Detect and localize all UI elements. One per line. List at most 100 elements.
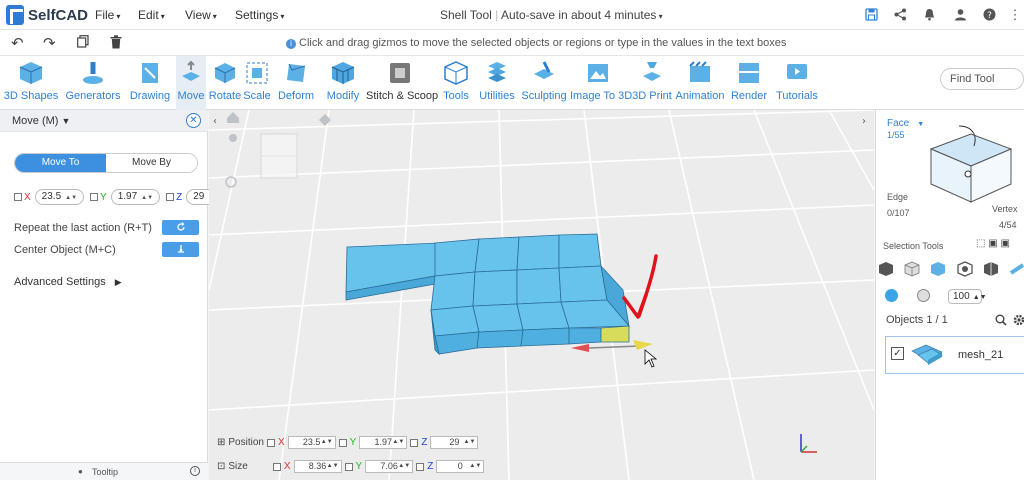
menu-view[interactable]: View ▾ xyxy=(185,8,217,22)
position-y-checkbox[interactable] xyxy=(338,438,347,447)
menu-edit[interactable]: Edit ▾ xyxy=(138,8,165,22)
main-toolbar: 3D Shapes Generators Drawing Move Rotate… xyxy=(0,56,1024,110)
size-z-input[interactable]: 0 ▲▼ xyxy=(436,460,485,473)
search-icon[interactable] xyxy=(995,314,1007,326)
info-icon[interactable]: i xyxy=(190,466,200,476)
select-object-icon[interactable] xyxy=(878,261,894,277)
tool-stitch-scoop[interactable]: Stitch & Scoop xyxy=(366,60,438,102)
copy-icon[interactable] xyxy=(77,35,89,52)
select-loop-icon[interactable] xyxy=(1009,261,1024,277)
object-list-item[interactable]: ✓ mesh_21 xyxy=(885,336,1024,374)
tool-modify[interactable]: Modify xyxy=(322,60,364,102)
selection-cube-icon[interactable] xyxy=(926,124,1016,204)
y-lock-checkbox[interactable] xyxy=(90,193,99,201)
edge-count: 0/107 xyxy=(887,208,910,218)
position-z-input[interactable]: 29 ▲▼ xyxy=(430,436,479,449)
tool-3d-print[interactable]: 3D Print xyxy=(632,60,672,102)
vertex-count: 4/54 xyxy=(999,220,1017,230)
select-vertex-icon[interactable] xyxy=(983,261,999,277)
cube-icon xyxy=(19,62,43,84)
position-x-input[interactable]: 23.5 ▲▼ xyxy=(287,436,336,449)
z-lock-checkbox[interactable] xyxy=(166,193,175,201)
render-icon xyxy=(739,63,759,83)
size-y-checkbox[interactable] xyxy=(344,462,353,471)
tool-tools[interactable]: Tools xyxy=(437,60,475,102)
size-x-checkbox[interactable] xyxy=(272,462,281,471)
tooltip-label: Tooltip xyxy=(92,467,119,477)
vertex-label[interactable]: Vertex xyxy=(992,204,1018,214)
x-input[interactable]: 23.5 ▲▼ xyxy=(34,189,85,205)
move-to-button[interactable]: Move To xyxy=(15,154,106,172)
axis-indicator-icon xyxy=(800,434,817,453)
tool-scale[interactable]: Scale xyxy=(243,60,271,102)
circle-brush-icon[interactable] xyxy=(885,289,898,302)
advanced-settings-toggle[interactable]: Advanced Settings ▶ xyxy=(14,276,122,288)
menu-settings[interactable]: Settings ▾ xyxy=(235,8,284,22)
position-row: ⊞ Position X 23.5 ▲▼ Y 1.97 ▲▼ Z 29 ▲▼ xyxy=(217,436,479,449)
size-z-checkbox[interactable] xyxy=(416,462,425,471)
object-visibility-checkbox[interactable]: ✓ xyxy=(891,347,904,360)
tool-sculpting[interactable]: Sculpting xyxy=(521,60,567,102)
tool-drawing[interactable]: Drawing xyxy=(127,60,173,102)
3d-viewport[interactable]: ‹ › xyxy=(209,110,874,480)
menu-file[interactable]: File ▾ xyxy=(95,8,120,22)
undo-icon[interactable]: ↶ xyxy=(11,34,24,52)
face-mode-label[interactable]: Face ▼ xyxy=(887,118,924,129)
save-icon[interactable] xyxy=(864,8,878,22)
panel-title[interactable]: Move (M) ▼ xyxy=(12,115,70,127)
select-edge-icon[interactable] xyxy=(957,261,973,277)
share-icon[interactable] xyxy=(893,8,907,22)
edge-label[interactable]: Edge xyxy=(887,192,908,202)
app-logo[interactable]: SelfCAD xyxy=(6,5,88,25)
hint-bar: i Click and drag gizmos to move the selec… xyxy=(286,37,786,49)
gear-icon[interactable] xyxy=(1013,314,1024,326)
position-y-input[interactable]: 1.97 ▲▼ xyxy=(359,436,408,449)
svg-text:?: ? xyxy=(987,11,992,21)
tool-deform[interactable]: Deform xyxy=(273,60,319,102)
selection-tools-label: Selection Tools xyxy=(883,241,944,251)
more-menu-icon[interactable]: ⋮ xyxy=(1008,8,1022,22)
move-by-button[interactable]: Move By xyxy=(106,154,197,172)
brush-size-input[interactable]: 100 ▲▼ xyxy=(948,289,987,304)
y-input[interactable]: 1.97 ▲▼ xyxy=(110,189,161,205)
x-lock-checkbox[interactable] xyxy=(14,193,22,201)
tool-move[interactable]: Move xyxy=(176,56,206,110)
project-title[interactable]: Shell Tool | Auto-save in about 4 minute… xyxy=(440,8,663,22)
app-name: SelfCAD xyxy=(28,6,89,24)
selection-mode-icons[interactable]: ⬚ ▣ ▣ xyxy=(976,238,1010,249)
document-title: Shell Tool xyxy=(440,8,492,22)
select-grid-icon[interactable] xyxy=(904,261,920,277)
tool-generators[interactable]: Generators xyxy=(63,60,123,102)
tool-render[interactable]: Render xyxy=(728,60,770,102)
move-icon xyxy=(182,60,200,81)
tool-rotate[interactable]: Rotate xyxy=(208,60,242,102)
delete-icon[interactable] xyxy=(110,35,122,53)
position-x-checkbox[interactable] xyxy=(266,438,275,447)
tool-3d-shapes[interactable]: 3D Shapes xyxy=(2,60,60,102)
user-account-icon[interactable] xyxy=(953,8,967,22)
3d-print-icon xyxy=(643,62,661,81)
close-icon[interactable]: ✕ xyxy=(186,113,201,128)
position-z-checkbox[interactable] xyxy=(410,438,419,447)
tool-tutorials[interactable]: Tutorials xyxy=(773,60,821,102)
repeat-action-button[interactable] xyxy=(162,220,199,235)
deform-icon xyxy=(287,63,306,82)
sphere-brush-icon[interactable] xyxy=(917,289,930,302)
center-icon xyxy=(177,245,184,253)
size-y-input[interactable]: 7.06 ▲▼ xyxy=(365,460,414,473)
select-face-icon[interactable] xyxy=(930,261,946,277)
help-icon[interactable]: ? xyxy=(982,8,996,22)
rotate-icon xyxy=(214,63,236,83)
tool-image-to-3d[interactable]: Image To 3D xyxy=(570,60,632,102)
find-tool-input[interactable]: Find Tool xyxy=(940,68,1024,90)
tool-utilities[interactable]: Utilities xyxy=(476,60,518,102)
center-object-button[interactable] xyxy=(162,242,199,257)
tool-animation[interactable]: Animation xyxy=(675,60,725,102)
notification-bell-icon[interactable] xyxy=(922,8,936,22)
objects-title: Objects 1 / 1 xyxy=(886,314,948,326)
view-cube-icon xyxy=(260,133,298,179)
autosave-status: Auto-save in about 4 minutes xyxy=(500,8,657,22)
size-x-input[interactable]: 8.36 ▲▼ xyxy=(293,460,342,473)
redo-icon[interactable]: ↷ xyxy=(43,34,56,52)
tooltip-bar[interactable]: ● Tooltip i xyxy=(0,462,208,480)
